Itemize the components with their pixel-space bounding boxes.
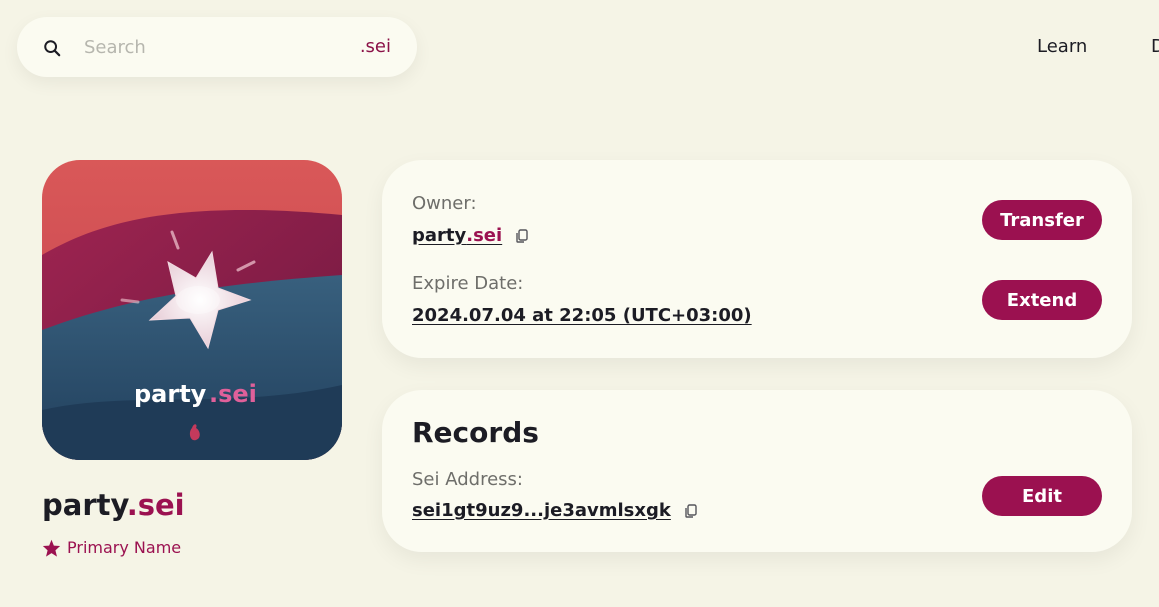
nft-tld-text: .sei: [209, 380, 257, 408]
domain-name-heading: party.sei: [42, 488, 185, 522]
ownership-card: Owner: party .sei Expire Date: 2024.07.04…: [382, 160, 1132, 358]
owner-value[interactable]: party .sei: [412, 225, 528, 246]
transfer-button[interactable]: Transfer: [982, 200, 1102, 240]
search-bar[interactable]: .sei: [17, 17, 417, 77]
domain-nft-image: party .sei: [42, 160, 342, 460]
primary-name-label: Primary Name: [67, 538, 182, 557]
records-title: Records: [412, 416, 539, 449]
star-icon: [42, 539, 61, 557]
search-input[interactable]: [82, 31, 352, 63]
primary-name-badge: Primary Name: [42, 538, 181, 557]
sei-address-text: sei1gt9uz9...je3avmlsxgk: [412, 500, 671, 521]
domain-tld-label: .sei: [126, 488, 185, 522]
owner-tld: .sei: [466, 225, 503, 246]
search-tld-suffix: .sei: [359, 36, 391, 57]
sei-address-value[interactable]: sei1gt9uz9...je3avmlsxgk: [412, 500, 697, 521]
extend-button[interactable]: Extend: [982, 280, 1102, 320]
nav-learn-link[interactable]: Learn: [1037, 36, 1087, 57]
copy-icon[interactable]: [685, 503, 697, 518]
copy-icon[interactable]: [516, 228, 528, 243]
nav-next-link[interactable]: D: [1151, 36, 1159, 57]
owner-label: Owner:: [412, 193, 477, 214]
sei-address-label: Sei Address:: [412, 469, 523, 490]
expire-value[interactable]: 2024.07.04 at 22:05 (UTC+03:00): [412, 305, 752, 326]
nft-name-text: party: [134, 380, 207, 408]
expire-label: Expire Date:: [412, 273, 524, 294]
records-card: Records Sei Address: sei1gt9uz9...je3avm…: [382, 390, 1132, 552]
edit-button[interactable]: Edit: [982, 476, 1102, 516]
search-icon: [44, 40, 61, 57]
domain-name-label: party: [42, 488, 127, 522]
owner-name: party: [412, 225, 467, 246]
